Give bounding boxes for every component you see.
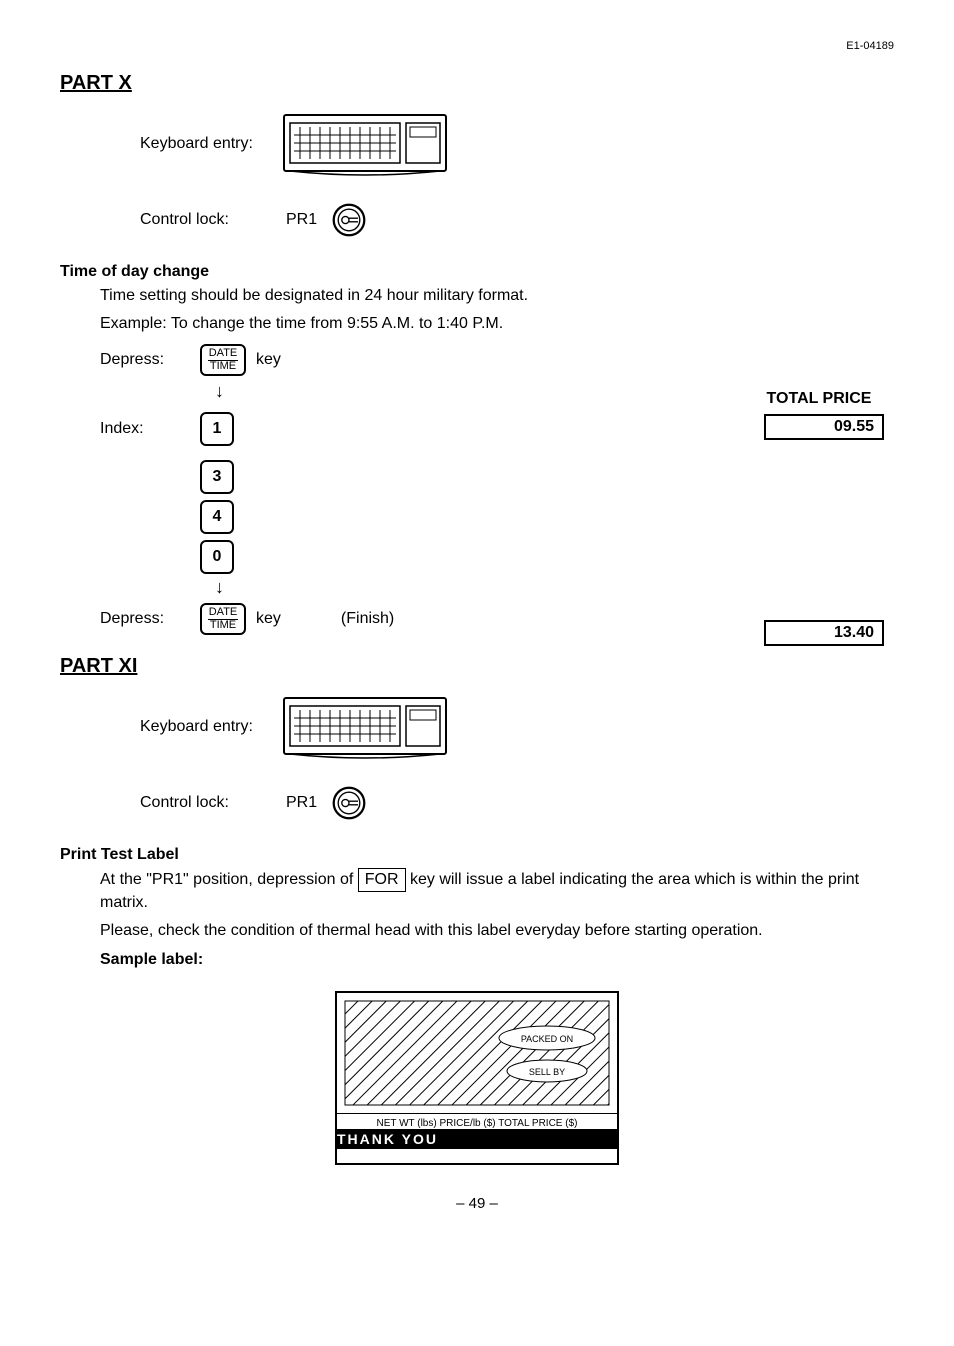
display-value-1: 09.55 xyxy=(764,414,884,440)
display-value-2: 13.40 xyxy=(764,620,884,646)
depress-label: Depress: xyxy=(100,351,200,369)
keyboard-entry-row-xi: Keyboard entry: xyxy=(140,692,894,762)
part-x-heading: PART X xyxy=(60,72,894,95)
thank-you-bar: THANK YOU xyxy=(337,1129,617,1149)
label-footer-fields: NET WT (lbs) PRICE/lb ($) TOTAL PRICE ($… xyxy=(337,1113,617,1129)
depress-row-1: Depress: DATE TIME key xyxy=(100,344,894,376)
key-3: 3 xyxy=(200,460,234,494)
key-lock-icon xyxy=(331,202,367,238)
date-time-key-2: DATE TIME xyxy=(200,603,246,635)
control-lock-row-xi: Control lock: PR1 xyxy=(140,776,894,830)
index-label: Index: xyxy=(100,420,200,438)
part-xi-heading: PART XI xyxy=(60,655,894,678)
sample-label-heading: Sample label: xyxy=(100,949,894,971)
time-change-heading: Time of day change xyxy=(60,263,894,281)
scale-keyboard-icon-2 xyxy=(280,692,450,762)
keyboard-entry-label: Keyboard entry: xyxy=(140,135,280,153)
total-price-heading: TOTAL PRICE xyxy=(754,390,884,408)
key-1: 1 xyxy=(200,412,234,446)
key-4: 4 xyxy=(200,500,234,534)
time-change-line2: Example: To change the time from 9:55 A.… xyxy=(100,313,894,335)
date-time-key: DATE TIME xyxy=(200,344,246,376)
svg-text:PACKED ON: PACKED ON xyxy=(521,1034,573,1044)
keyboard-entry-label-xi: Keyboard entry: xyxy=(140,718,280,736)
svg-text:SELL BY: SELL BY xyxy=(529,1067,565,1077)
key-text-2: key xyxy=(256,610,281,628)
key-0: 0 xyxy=(200,540,234,574)
print-test-line2: Please, check the condition of thermal h… xyxy=(100,920,894,942)
time-change-line1: Time setting should be designated in 24 … xyxy=(100,285,894,307)
arrow-down-icon-2: ↓ xyxy=(215,580,894,594)
keyboard-entry-row-x: Keyboard entry: xyxy=(140,109,894,179)
print-test-line1: At the "PR1" position, depression of FOR… xyxy=(100,868,894,915)
sample-label: PACKED ON SELL BY NET WT (lbs) PRICE/lb … xyxy=(335,991,619,1165)
hatched-area: PACKED ON SELL BY xyxy=(337,993,617,1113)
total-price-column: TOTAL PRICE 09.55 xyxy=(754,390,884,440)
key-text: key xyxy=(256,351,281,369)
control-lock-value: PR1 xyxy=(286,211,317,229)
document-id: E1-04189 xyxy=(60,40,894,52)
control-lock-row-x: Control lock: PR1 xyxy=(140,193,894,247)
scale-keyboard-icon xyxy=(280,109,450,179)
control-lock-label: Control lock: xyxy=(140,211,280,229)
control-lock-value-xi: PR1 xyxy=(286,794,317,812)
depress-label-2: Depress: xyxy=(100,610,200,628)
key-lock-icon-2 xyxy=(331,785,367,821)
page-number: – 49 – xyxy=(60,1195,894,1212)
for-key: FOR xyxy=(358,868,406,892)
finish-label: (Finish) xyxy=(341,610,394,628)
print-test-heading: Print Test Label xyxy=(60,846,894,864)
control-lock-label-xi: Control lock: xyxy=(140,794,280,812)
